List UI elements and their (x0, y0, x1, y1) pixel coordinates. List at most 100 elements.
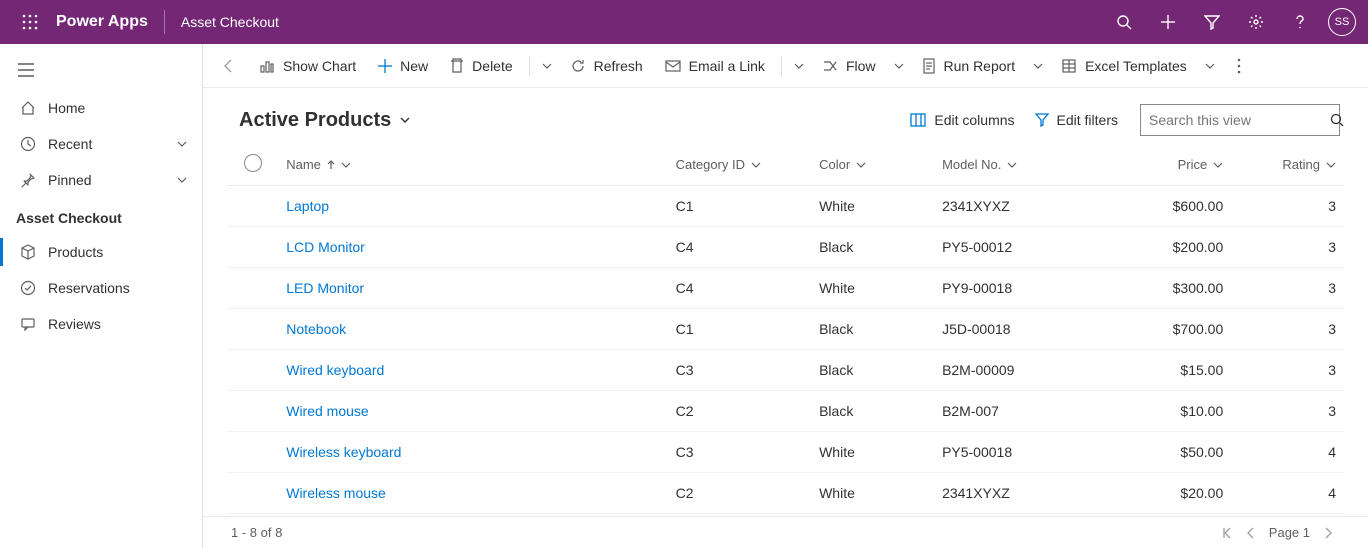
product-link[interactable]: Wired keyboard (286, 362, 384, 378)
product-link[interactable]: LCD Monitor (286, 239, 365, 255)
row-select[interactable] (227, 432, 278, 473)
nav-reservations[interactable]: Reservations (0, 270, 202, 306)
plus-icon (378, 59, 392, 73)
table-row[interactable]: LaptopC1White2341XYXZ$600.003 (227, 186, 1344, 227)
table-row[interactable]: NotebookC1BlackJ5D-00018$700.003 (227, 309, 1344, 350)
cell-color: White (811, 432, 934, 473)
cell-rating: 3 (1231, 391, 1344, 432)
row-select[interactable] (227, 350, 278, 391)
sort-asc-icon (327, 160, 335, 170)
top-bar: Power Apps Asset Checkout SS (0, 0, 1368, 44)
cell-model: J5D-00018 (934, 309, 1108, 350)
nav-products[interactable]: Products (0, 234, 202, 270)
page-first-button[interactable] (1215, 527, 1239, 539)
cell-name: Wireless keyboard (278, 432, 667, 473)
nav-pinned-label: Pinned (48, 172, 176, 188)
product-link[interactable]: Wired mouse (286, 403, 368, 419)
table-row[interactable]: LED MonitorC4WhitePY9-00018$300.003 (227, 268, 1344, 309)
nav-home[interactable]: Home (0, 90, 202, 126)
main-area: Show Chart New Delete Refresh Email a Li… (203, 44, 1368, 548)
row-select[interactable] (227, 268, 278, 309)
row-select[interactable] (227, 473, 278, 514)
new-button[interactable]: New (368, 50, 438, 82)
nav-pinned[interactable]: Pinned (0, 162, 202, 198)
cell-category: C3 (668, 350, 811, 391)
row-select[interactable] (227, 186, 278, 227)
run-report-dropdown[interactable] (1027, 61, 1049, 71)
new-label: New (400, 58, 428, 74)
run-report-button[interactable]: Run Report (912, 50, 1026, 82)
cell-category: C2 (668, 473, 811, 514)
run-report-label: Run Report (944, 58, 1016, 74)
flow-button[interactable]: Flow (812, 50, 886, 82)
row-select[interactable] (227, 391, 278, 432)
col-category[interactable]: Category ID (668, 144, 811, 186)
col-rating[interactable]: Rating (1231, 144, 1344, 186)
back-button[interactable] (211, 58, 247, 74)
help-icon[interactable] (1278, 0, 1322, 44)
email-dropdown[interactable] (788, 61, 810, 71)
table-row[interactable]: Wireless mouseC2White2341XYXZ$20.004 (227, 473, 1344, 514)
flow-dropdown[interactable] (888, 61, 910, 71)
user-avatar[interactable]: SS (1328, 8, 1356, 36)
hamburger-icon[interactable] (0, 50, 202, 90)
search-icon[interactable] (1102, 0, 1146, 44)
select-all-circle[interactable] (244, 154, 262, 172)
cell-model: PY5-00018 (934, 432, 1108, 473)
email-link-button[interactable]: Email a Link (655, 50, 775, 82)
app-launcher-icon[interactable] (8, 14, 52, 30)
grid-footer: 1 - 8 of 8 Page 1 (203, 516, 1368, 548)
product-link[interactable]: Laptop (286, 198, 329, 214)
table-row[interactable]: Wired keyboardC3BlackB2M-00009$15.003 (227, 350, 1344, 391)
col-price[interactable]: Price (1108, 144, 1231, 186)
delete-button[interactable]: Delete (440, 50, 522, 82)
app-name-label[interactable]: Asset Checkout (169, 14, 291, 30)
columns-icon (910, 113, 926, 127)
row-select[interactable] (227, 309, 278, 350)
refresh-button[interactable]: Refresh (560, 50, 653, 82)
cell-color: White (811, 268, 934, 309)
excel-templates-label: Excel Templates (1085, 58, 1187, 74)
more-commands-button[interactable] (1229, 58, 1249, 74)
table-row[interactable]: Wired mouseC2BlackB2M-007$10.003 (227, 391, 1344, 432)
settings-icon[interactable] (1234, 0, 1278, 44)
col-model[interactable]: Model No. (934, 144, 1108, 186)
divider (164, 10, 165, 34)
cell-color: White (811, 473, 934, 514)
table-row[interactable]: LCD MonitorC4BlackPY5-00012$200.003 (227, 227, 1344, 268)
filter-icon[interactable] (1190, 0, 1234, 44)
table-wrapper: Name Category ID Color Model No. Price R… (203, 144, 1368, 516)
excel-dropdown[interactable] (1199, 61, 1221, 71)
add-icon[interactable] (1146, 0, 1190, 44)
page-next-button[interactable] (1316, 527, 1340, 539)
product-link[interactable]: Notebook (286, 321, 346, 337)
search-icon (1330, 113, 1344, 127)
nav-recent[interactable]: Recent (0, 126, 202, 162)
clock-icon (18, 136, 38, 152)
col-name[interactable]: Name (278, 144, 667, 186)
col-color[interactable]: Color (811, 144, 934, 186)
cell-rating: 3 (1231, 186, 1344, 227)
search-input[interactable] (1149, 112, 1330, 128)
cell-color: Black (811, 350, 934, 391)
search-view-box[interactable] (1140, 104, 1340, 136)
cell-category: C1 (668, 186, 811, 227)
view-title-dropdown[interactable]: Active Products (239, 109, 411, 132)
nav-recent-label: Recent (48, 136, 176, 152)
product-link[interactable]: LED Monitor (286, 280, 364, 296)
edit-filters-button[interactable]: Edit filters (1025, 112, 1128, 128)
product-link[interactable]: Wireless mouse (286, 485, 386, 501)
page-prev-button[interactable] (1239, 527, 1263, 539)
table-row[interactable]: Wireless keyboardC3WhitePY5-00018$50.004 (227, 432, 1344, 473)
show-chart-button[interactable]: Show Chart (249, 50, 366, 82)
excel-templates-button[interactable]: Excel Templates (1051, 50, 1197, 82)
product-link[interactable]: Wireless keyboard (286, 444, 401, 460)
nav-reviews[interactable]: Reviews (0, 306, 202, 342)
chevron-down-icon (751, 160, 761, 170)
delete-dropdown[interactable] (536, 61, 558, 71)
chevron-down-icon (176, 174, 188, 186)
row-select[interactable] (227, 227, 278, 268)
edit-columns-button[interactable]: Edit columns (900, 112, 1024, 128)
cell-model: PY5-00012 (934, 227, 1108, 268)
select-all-header[interactable] (227, 144, 278, 186)
